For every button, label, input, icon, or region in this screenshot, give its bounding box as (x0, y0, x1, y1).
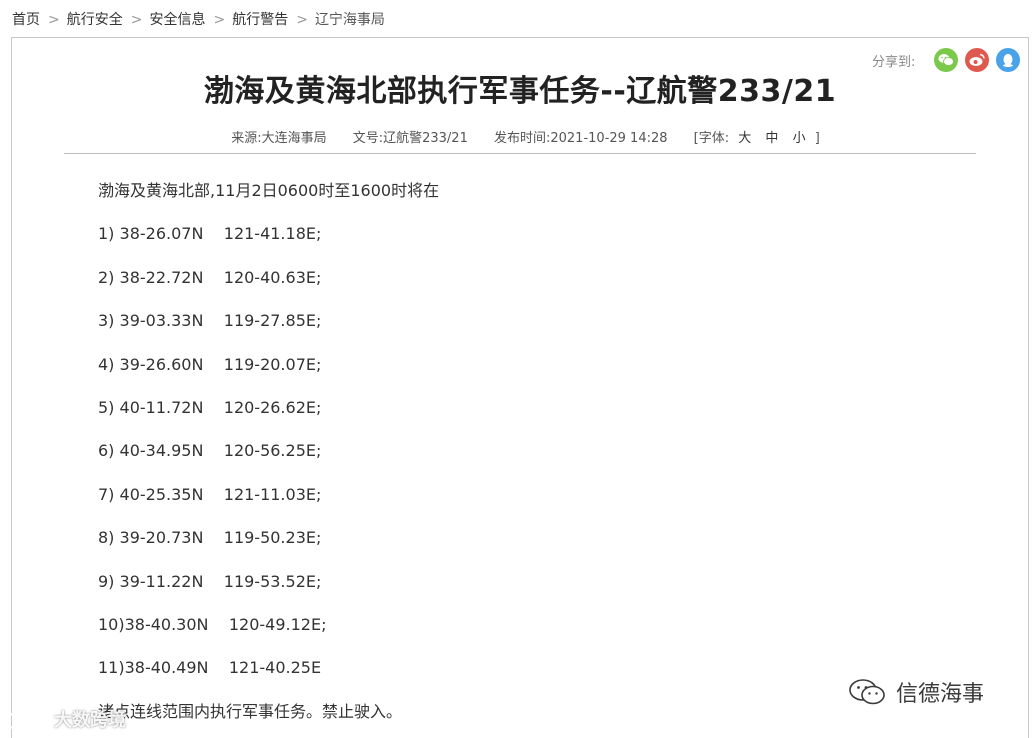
coordinate-line: 9) 39-11.22N 119-53.52E; (98, 571, 322, 591)
coordinate-line: 11)38-40.49N 121-40.25E (98, 658, 322, 678)
breadcrumb-navigation-safety[interactable]: 航行安全 (67, 12, 123, 28)
breadcrumb-separator: > (48, 12, 60, 28)
coordinate-line: 8) 39-20.73N 119-50.23E; (98, 528, 322, 548)
coordinate-line: 2) 38-22.72N 120-40.63E; (98, 267, 322, 287)
meta-source: 来源:大连海事局 (231, 131, 327, 146)
breadcrumb-separator: > (296, 12, 308, 28)
font-size-medium-button[interactable]: 中 (765, 131, 778, 146)
weibo-icon (969, 53, 986, 66)
intro-paragraph: 渤海及黄海北部,11月2日0600时至1600时将在 (98, 181, 440, 200)
font-size-close: ] (814, 131, 820, 146)
page-title: 渤海及黄海北部执行军事任务--辽航警233/21 (203, 74, 837, 109)
coordinate-line: 6) 40-34.95N 120-56.25E; (98, 441, 322, 461)
font-size-small-button[interactable]: 小 (793, 131, 806, 146)
coordinate-line: 5) 40-11.72N 120-26.62E; (98, 397, 322, 417)
meta-publish-time: 发布时间:2021-10-29 14:28 (493, 131, 668, 146)
coordinate-line: 10)38-40.30N 120-49.12E; (98, 614, 327, 634)
article-meta: 来源:大连海事局 文号:辽航警233/21 发布时间:2021-10-29 14… (12, 127, 1028, 146)
breadcrumb-separator: > (130, 12, 143, 28)
breadcrumb: 首页 > 航行安全 > 安全信息 > 航行警告 > 辽宁海事局 (12, 9, 385, 29)
coordinate-line: 1) 38-26.07N 121-41.18E; (98, 224, 322, 244)
divider (64, 153, 976, 154)
coordinate-line: 3) 39-03.33N 119-27.85E; (98, 311, 322, 331)
watermark-right-text: 信德海事 (896, 682, 985, 707)
watermark-dashu: 大数跨境 (4, 706, 126, 732)
weibo-logo-icon (6, 709, 50, 731)
breadcrumb-home[interactable]: 首页 (12, 12, 40, 28)
article-body: 渤海及黄海北部,11月2日0600时至1600时将在 1) 38-26.07N … (98, 181, 968, 738)
wechat-official-account-icon (849, 679, 885, 705)
watermark-xinde: 信德海事 (848, 676, 984, 708)
watermark-left-text: 大数跨境 (54, 710, 126, 731)
meta-doc-number: 文号:辽航警233/21 (352, 131, 468, 146)
coordinate-line: 7) 40-25.35N 121-11.03E; (98, 484, 322, 504)
closing-paragraph: 诸点连线范围内执行军事任务。禁止驶入。 (98, 701, 403, 721)
breadcrumb-liaoning-msa[interactable]: 辽宁海事局 (315, 12, 385, 28)
article-card: 分享到: 渤海及黄海北部执行军事任务--辽航警233/21 来源:大连海事局 文… (11, 37, 1029, 738)
wechat-icon (938, 54, 955, 66)
coordinate-line: 4) 39-26.60N 119-20.07E; (98, 354, 322, 374)
breadcrumb-safety-info[interactable]: 安全信息 (149, 12, 205, 28)
breadcrumb-separator: > (213, 12, 226, 28)
breadcrumb-nav-warnings[interactable]: 航行警告 (232, 12, 288, 28)
font-size-control: [字体: 大 中 小 ] (694, 131, 820, 146)
font-size-label: [字体: (693, 131, 730, 146)
font-size-large-button[interactable]: 大 (738, 131, 751, 146)
